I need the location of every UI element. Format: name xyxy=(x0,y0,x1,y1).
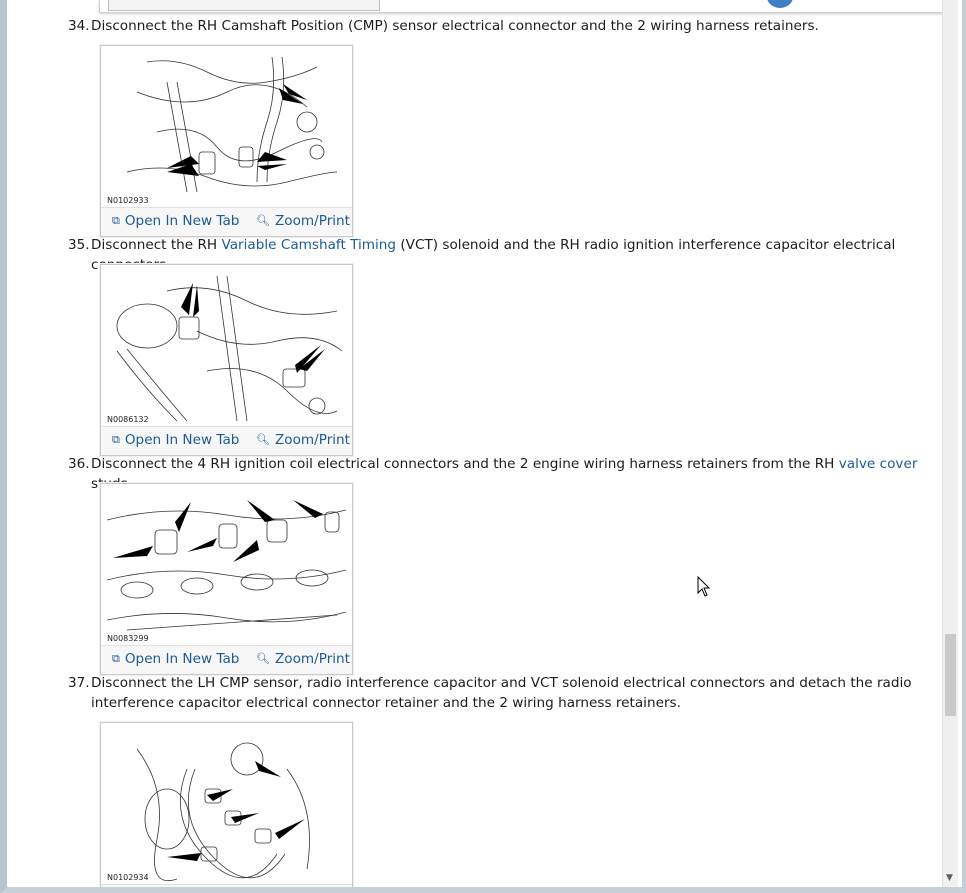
open-in-new-tab-link[interactable]: ⧉ Open In New Tab xyxy=(112,432,239,448)
magnifier-zoom-icon: 🔍︎ xyxy=(256,214,270,227)
figure-actions: ⧉ Open In New Tab 🔍︎ Zoom/Print xyxy=(101,645,352,674)
engine-illustration-vct-rh xyxy=(116,275,343,422)
zoom-print-label: Zoom/Print xyxy=(274,432,351,448)
step-number: 37. xyxy=(68,675,90,691)
figure-step-37: N0102934 ⧉Open In New Tab 🔍︎Zoom/Print xyxy=(100,722,353,887)
figure-illustration[interactable] xyxy=(107,490,346,643)
figure-step-36: N0083299 ⧉ Open In New Tab 🔍︎ Zoom/Print xyxy=(100,483,353,675)
step-number: 36. xyxy=(68,456,90,472)
figure-step-34: N0102933 ⧉ Open In New Tab 🔍︎ Zoom/Print xyxy=(100,45,353,237)
step-text: Disconnect the LH CMP sensor, radio inte… xyxy=(91,673,936,713)
step-number: 35. xyxy=(68,237,90,253)
figure-actions: ⧉ Open In New Tab 🔍︎ Zoom/Print xyxy=(101,207,352,236)
figure-code: N0086132 xyxy=(107,415,149,424)
mouse-pointer-icon xyxy=(697,576,711,597)
open-in-new-tab-link[interactable]: ⧉ Open In New Tab xyxy=(112,213,239,229)
vertical-scrollbar[interactable]: ▼ xyxy=(942,0,958,887)
open-in-new-tab-label: Open In New Tab xyxy=(124,213,240,229)
scroll-down-arrow-icon[interactable]: ▼ xyxy=(946,873,953,883)
figure-actions: ⧉Open In New Tab 🔍︎Zoom/Print xyxy=(101,884,352,887)
open-new-tab-icon: ⧉ xyxy=(112,652,120,665)
open-new-tab-icon: ⧉ xyxy=(112,433,120,446)
zoom-print-label: Zoom/Print xyxy=(274,651,351,667)
zoom-print-link[interactable]: 🔍︎ Zoom/Print xyxy=(256,432,350,448)
link-variable-camshaft-timing[interactable]: Variable Camshaft Timing xyxy=(221,237,396,253)
magnifier-zoom-icon: 🔍︎ xyxy=(256,433,270,446)
step-number: 34. xyxy=(68,18,90,34)
zoom-print-link[interactable]: 🔍︎ Zoom/Print xyxy=(256,213,350,229)
engine-illustration-ignition-coils xyxy=(107,500,346,631)
engine-illustration-cmp-lh xyxy=(136,742,310,881)
link-valve-cover[interactable]: valve cover xyxy=(839,456,918,472)
step-text: Disconnect the RH Camshaft Position (CMP… xyxy=(91,16,936,36)
open-in-new-tab-label: Open In New Tab xyxy=(124,651,240,667)
figure-code: N0102933 xyxy=(107,196,149,205)
figure-code: N0083299 xyxy=(107,634,149,643)
step-text-part: Disconnect the 4 RH ignition coil electr… xyxy=(91,456,839,472)
scrollbar-thumb[interactable] xyxy=(945,634,956,716)
figure-illustration[interactable] xyxy=(107,729,346,882)
figure-illustration[interactable] xyxy=(107,271,346,424)
open-in-new-tab-label: Open In New Tab xyxy=(124,432,240,448)
step-text-part: Disconnect the RH xyxy=(91,237,222,253)
document-window: 34. Disconnect the RH Camshaft Position … xyxy=(0,0,966,893)
magnifier-zoom-icon: 🔍︎ xyxy=(256,652,270,665)
open-new-tab-icon: ⧉ xyxy=(112,214,120,227)
open-in-new-tab-link[interactable]: ⧉ Open In New Tab xyxy=(112,651,239,667)
figure-illustration[interactable] xyxy=(107,52,346,205)
zoom-print-label: Zoom/Print xyxy=(274,213,351,229)
figure-step-35: N0086132 ⧉ Open In New Tab 🔍︎ Zoom/Print xyxy=(100,264,353,456)
procedure-content: 34. Disconnect the RH Camshaft Position … xyxy=(14,0,948,887)
engine-illustration-cmp-rh xyxy=(126,56,338,193)
figure-actions: ⧉ Open In New Tab 🔍︎ Zoom/Print xyxy=(101,426,352,455)
step-text-part: Disconnect the LH CMP sensor, radio inte… xyxy=(91,675,912,711)
figure-code: N0102934 xyxy=(107,873,149,882)
step-text-part: Disconnect the RH Camshaft Position (CMP… xyxy=(91,18,819,34)
zoom-print-link[interactable]: 🔍︎ Zoom/Print xyxy=(256,651,350,667)
